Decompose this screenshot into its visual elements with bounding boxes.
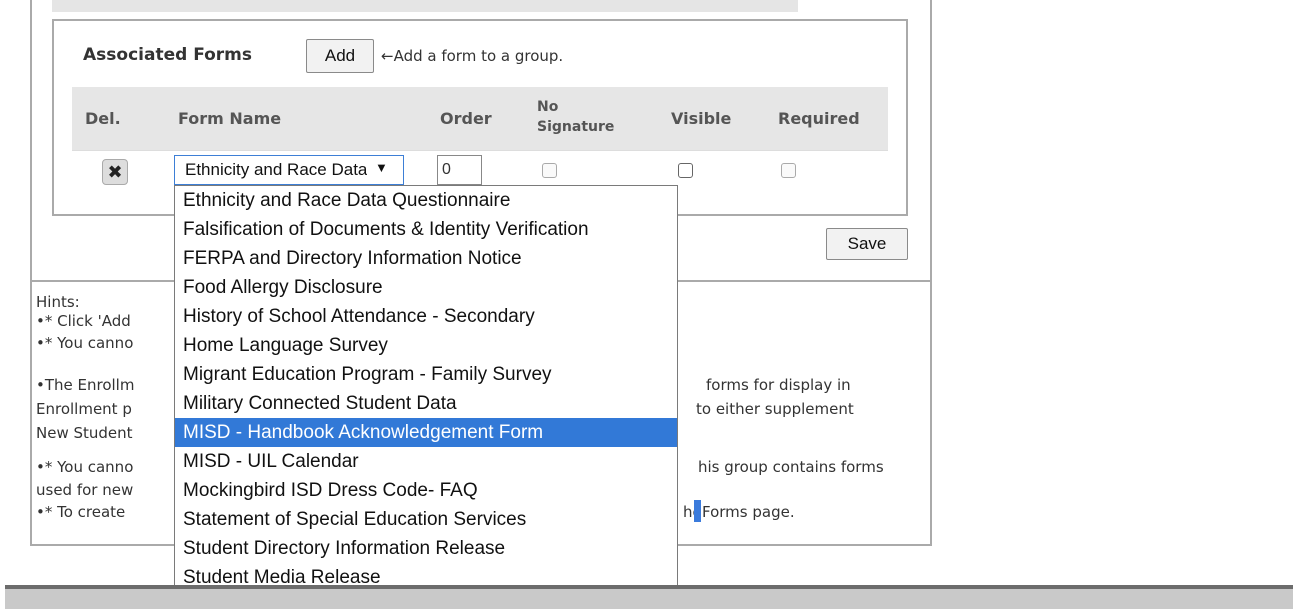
dropdown-option[interactable]: Statement of Special Education Services — [175, 505, 677, 534]
form-name-dropdown-list[interactable]: Ethnicity and Race Data Questionnaire Fa… — [174, 185, 678, 592]
dropdown-option[interactable]: Home Language Survey — [175, 331, 677, 360]
delete-row-button[interactable]: ✖ — [102, 159, 128, 185]
column-header-visible: Visible — [671, 109, 732, 128]
dropdown-option[interactable]: Student Directory Information Release — [175, 534, 677, 563]
dropdown-option[interactable]: Food Allergy Disclosure — [175, 273, 677, 302]
add-form-hint: ←Add a form to a group. — [381, 47, 564, 65]
order-input[interactable]: 0 — [437, 155, 482, 185]
hint-line: •The Enrollm — [36, 376, 135, 394]
save-button[interactable]: Save — [826, 228, 908, 260]
column-header-del: Del. — [85, 109, 121, 128]
visible-checkbox[interactable] — [678, 163, 693, 178]
hint-line: to either supplement — [696, 400, 854, 418]
form-name-select[interactable]: Ethnicity and Race Data Questionnaire ▼ — [174, 155, 404, 185]
close-icon: ✖ — [107, 161, 123, 183]
hint-line: New Student — [36, 424, 133, 442]
dropdown-option[interactable]: Ethnicity and Race Data Questionnaire — [175, 186, 677, 215]
hint-line: •* You canno — [36, 458, 134, 476]
form-name-select-value: Ethnicity and Race Data Questionnaire — [185, 160, 367, 179]
column-header-order: Order — [440, 109, 492, 128]
dropdown-option[interactable]: Falsification of Documents & Identity Ve… — [175, 215, 677, 244]
column-header-form-name: Form Name — [178, 109, 282, 128]
text-selection-cursor — [694, 500, 701, 522]
dropdown-option-highlighted[interactable]: MISD - Handbook Acknowledgement Form — [175, 418, 677, 447]
hint-line: forms for display in — [706, 376, 851, 394]
hint-line: Forms page. — [702, 503, 795, 521]
dropdown-option[interactable]: Migrant Education Program - Family Surve… — [175, 360, 677, 389]
dropdown-option[interactable]: Military Connected Student Data — [175, 389, 677, 418]
dropdown-option[interactable]: FERPA and Directory Information Notice — [175, 244, 677, 273]
hint-line: •* Click 'Add — [36, 312, 131, 330]
hints-title: Hints: — [36, 293, 80, 311]
column-header-no-signature-line2: Signature — [537, 119, 615, 135]
dropdown-option[interactable]: MISD - UIL Calendar — [175, 447, 677, 476]
no-signature-checkbox[interactable] — [542, 163, 557, 178]
required-checkbox[interactable] — [781, 163, 796, 178]
hint-line: •* To create — [36, 503, 126, 521]
row-divider — [72, 150, 888, 151]
column-header-required: Required — [778, 109, 860, 128]
hint-line: •* You canno — [36, 334, 134, 352]
hint-line: Enrollment p — [36, 400, 132, 418]
dropdown-option[interactable]: History of School Attendance - Secondary — [175, 302, 677, 331]
hint-line: used for new — [36, 481, 134, 499]
dropdown-arrow-icon: ▼ — [375, 160, 388, 175]
dropdown-option[interactable]: Mockingbird ISD Dress Code- FAQ — [175, 476, 677, 505]
column-header-no-signature-line1: No — [537, 99, 559, 115]
bottom-bar — [5, 585, 1293, 609]
associated-forms-title: Associated Forms — [83, 45, 253, 65]
add-form-button[interactable]: Add — [306, 39, 374, 73]
hint-line: his group contains forms — [698, 458, 884, 476]
